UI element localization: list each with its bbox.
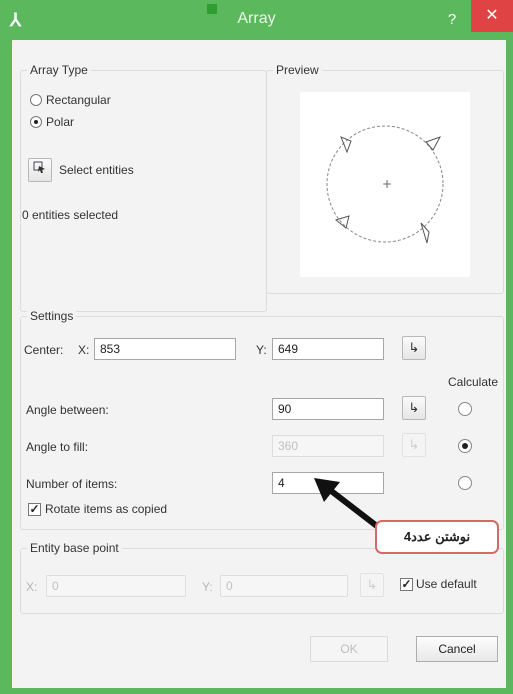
cancel-button[interactable]: Cancel: [416, 636, 498, 662]
rectangular-label[interactable]: Rectangular: [46, 93, 111, 107]
use-default-checkbox[interactable]: ✓: [400, 578, 413, 591]
center-label: Center:: [24, 343, 64, 357]
select-entities-button[interactable]: Select entities: [59, 163, 134, 177]
calc-angle-between-radio[interactable]: [458, 402, 472, 416]
angle-to-fill-input[interactable]: 360: [272, 435, 384, 457]
rotate-items-label[interactable]: Rotate items as copied: [45, 502, 167, 516]
rotate-items-checkbox[interactable]: ✓: [28, 503, 41, 516]
help-button[interactable]: ?: [440, 8, 464, 32]
calc-number-of-items-radio[interactable]: [458, 476, 472, 490]
calculate-label: Calculate: [448, 375, 499, 389]
window-title: Array: [237, 10, 276, 27]
close-button[interactable]: ✕: [471, 0, 513, 32]
base-point-legend: Entity base point: [27, 541, 122, 555]
pick-angle-to-fill-icon: ↳: [402, 433, 426, 457]
entities-selected-status: 0 entities selected: [22, 208, 119, 222]
pick-center-icon[interactable]: ↳: [402, 336, 426, 360]
base-y-input[interactable]: 0: [220, 575, 348, 597]
use-default-label[interactable]: Use default: [416, 577, 477, 591]
center-x-input[interactable]: 853: [94, 338, 236, 360]
dialog-client-area: Array Type Rectangular Polar Select enti…: [12, 40, 506, 688]
settings-legend: Settings: [27, 309, 77, 323]
number-of-items-label: Number of items:: [26, 477, 118, 491]
pick-base-point-icon: ↳: [360, 573, 384, 597]
base-y-label: Y:: [202, 580, 213, 594]
annotation-callout: نوشتن عدد4: [375, 520, 499, 554]
pick-angle-between-icon[interactable]: ↳: [402, 396, 426, 420]
ok-button[interactable]: OK: [310, 636, 388, 662]
preview-legend: Preview: [273, 63, 322, 77]
select-entities-icon[interactable]: [28, 158, 52, 182]
array-dialog: ⅄ Array ? ✕ Array Type Rectangular Polar…: [0, 0, 513, 694]
base-x-label: X:: [26, 580, 38, 594]
center-x-label: X:: [78, 343, 90, 357]
title-bar[interactable]: ⅄ Array ? ✕: [0, 0, 513, 40]
center-y-input[interactable]: 649: [272, 338, 384, 360]
angle-to-fill-label: Angle to fill:: [26, 440, 89, 454]
polar-label[interactable]: Polar: [46, 115, 74, 129]
polar-radio[interactable]: [30, 116, 42, 128]
array-type-legend: Array Type: [27, 63, 91, 77]
center-y-label: Y:: [256, 343, 267, 357]
rectangular-radio[interactable]: [30, 94, 42, 106]
angle-between-input[interactable]: 90: [272, 398, 384, 420]
preview-canvas: +: [300, 92, 470, 277]
calc-angle-to-fill-radio[interactable]: [458, 439, 472, 453]
angle-between-label: Angle between:: [26, 403, 109, 417]
base-x-input[interactable]: 0: [46, 575, 186, 597]
svg-text:+: +: [382, 177, 392, 191]
